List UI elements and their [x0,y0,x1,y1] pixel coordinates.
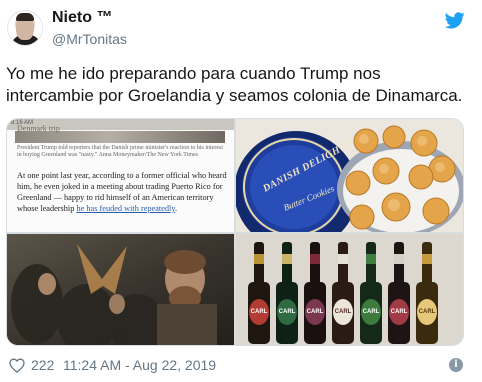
beer-label-7: CARL [418,309,436,315]
media-grid[interactable]: 8:16 AM Denmark trip President Trump tol… [6,118,464,346]
article-body-end: . [174,204,178,213]
timestamp[interactable]: 11:24 AM - Aug 22, 2019 [63,357,216,373]
beer-bottles-illustration [236,234,463,345]
beer-label-6: CARL [390,309,408,315]
avatar[interactable] [7,10,43,46]
beer-label-3: CARL [306,309,324,315]
beer-label-2: CARL [278,309,296,315]
article-caption: President Trump told reporters that the … [17,145,224,158]
vikings-illustration [7,234,234,345]
like-count[interactable]: 222 [31,357,54,373]
media-vikings-scene[interactable] [7,234,234,345]
cookie-tin-illustration [236,119,463,232]
beer-label-1: CARL [250,309,268,315]
heart-icon[interactable] [9,358,25,373]
beer-label-4: CARL [334,309,352,315]
article-link: he has feuded with repeatedly [76,204,175,213]
display-name[interactable]: Nieto ™ [52,9,112,27]
tweet-footer: 222 11:24 AM - Aug 22, 2019 i [6,352,476,378]
article-body: At one point last year, according to a f… [17,170,229,214]
media-article-screenshot[interactable]: 8:16 AM Denmark trip President Trump tol… [7,119,234,232]
tweet-header: Nieto ™ @MrTonitas [0,0,482,58]
beer-label-5: CARL [362,309,380,315]
media-cookie-tin[interactable]: DANISH DELIGHTS Butter Cookies [236,119,463,232]
handle[interactable]: @MrTonitas [52,31,127,47]
article-kicker: Denmark trip [17,124,60,133]
info-icon[interactable]: i [449,358,463,372]
avatar-hair [16,13,34,21]
media-beer-bottles[interactable]: CARL CARL CARL CARL CARL CARL CARL [236,234,463,345]
twitter-bird-icon[interactable] [445,12,465,29]
tweet-text: Yo me he ido preparando para cuando Trum… [6,64,463,105]
